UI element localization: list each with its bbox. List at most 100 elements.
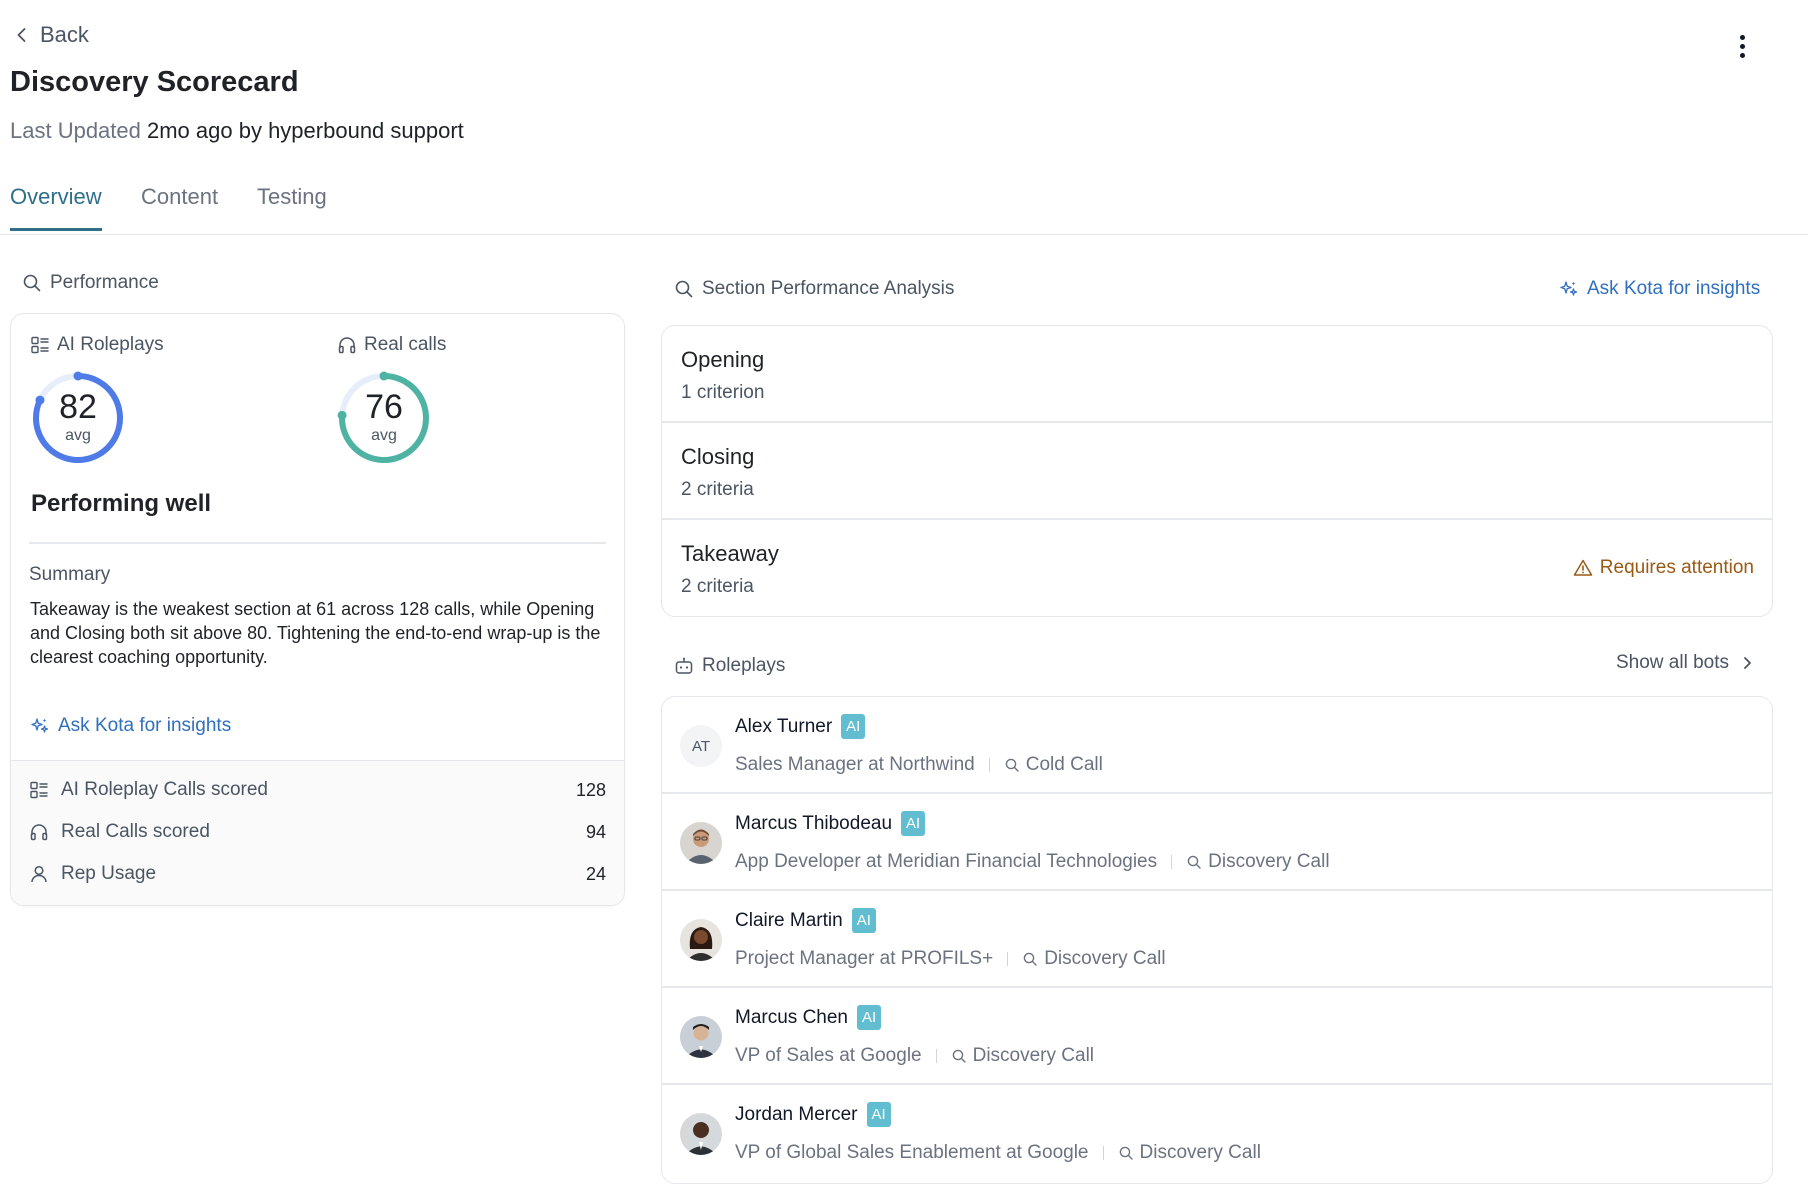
search-icon — [1005, 758, 1019, 772]
avatar — [680, 1113, 722, 1155]
performance-card: AI Roleplays 82 avg Real calls 76 avg Pe… — [10, 313, 625, 906]
stat-row: AI Roleplay Calls scored 128 — [29, 775, 606, 805]
more-options-button[interactable] — [1730, 30, 1754, 62]
list-icon — [30, 781, 48, 799]
search-icon — [1023, 952, 1037, 966]
ask-kota-label: Ask Kota for insights — [1587, 278, 1761, 299]
headphones-icon — [338, 337, 356, 354]
call-type: Cold Call — [1004, 754, 1103, 776]
stat-row: Rep Usage 24 — [29, 859, 606, 889]
search-icon — [1187, 855, 1201, 869]
dot — [1739, 52, 1745, 58]
call-type-label: Discovery Call — [1044, 948, 1166, 969]
tab-overview[interactable]: Overview — [10, 184, 102, 231]
tab-content[interactable]: Content — [141, 184, 218, 228]
bot-name-line: Marcus Chen AI — [735, 1005, 882, 1030]
warning-icon — [1573, 559, 1593, 576]
real-calls-label: Real calls — [364, 334, 447, 355]
real-calls-metric: Real calls — [337, 334, 446, 356]
stats-panel: AI Roleplay Calls scored 128 Real Calls … — [11, 760, 624, 905]
user-icon — [31, 865, 47, 883]
real-calls-gauge: 76 avg — [336, 370, 432, 466]
separator — [1007, 952, 1009, 966]
tab-bar: Overview Content Testing — [0, 180, 1808, 235]
avatar — [680, 822, 722, 864]
call-type-label: Discovery Call — [972, 1045, 1095, 1066]
ask-kota-link[interactable]: Ask Kota for insights — [1559, 278, 1760, 300]
requires-attention-badge: Requires attention — [1573, 557, 1754, 579]
search-icon — [952, 1049, 966, 1063]
performance-status: Performing well — [31, 490, 212, 517]
call-type: Discovery Call — [1022, 948, 1166, 970]
bot-name: Claire Martin — [735, 909, 843, 931]
section-row-opening[interactable]: Opening 1 criterion — [662, 326, 1772, 423]
last-updated-prefix: Last Updated — [10, 118, 141, 143]
call-type-label: Discovery Call — [1208, 851, 1330, 872]
call-type: Discovery Call — [951, 1045, 1094, 1067]
call-type-label: Cold Call — [1025, 754, 1103, 775]
person-photo-icon — [680, 1113, 722, 1155]
ai-roleplays-label: AI Roleplays — [57, 334, 164, 355]
search-icon — [23, 274, 41, 292]
bot-meta: VP of Sales at Google Discovery Call — [735, 1045, 1094, 1067]
section-analysis-heading: Section Performance Analysis — [674, 278, 954, 300]
bot-role: Sales Manager at Northwind — [735, 754, 975, 775]
section-name: Opening — [681, 347, 765, 372]
avatar — [680, 919, 722, 961]
show-all-bots-link[interactable]: Show all bots — [1616, 652, 1755, 674]
person-photo-icon — [680, 822, 722, 864]
bot-name: Marcus Thibodeau — [735, 812, 893, 834]
last-updated-value: 2mo ago by hyperbound support — [147, 118, 464, 143]
bot-name: Marcus Chen — [735, 1006, 848, 1028]
performance-label: Performance — [50, 272, 159, 293]
stat-label: AI Roleplay Calls scored — [61, 779, 268, 800]
summary-label: Summary — [29, 564, 111, 585]
dot — [1739, 43, 1745, 49]
real-calls-avg-label: avg — [371, 427, 397, 444]
roleplays-heading: Roleplays — [674, 655, 785, 677]
bot-meta: App Developer at Meridian Financial Tech… — [735, 851, 1330, 873]
ai-roleplays-score: 82 — [59, 388, 97, 426]
performance-heading: Performance — [22, 272, 159, 294]
stat-row: Real Calls scored 94 — [29, 817, 606, 847]
ask-kota-link[interactable]: Ask Kota for insights — [30, 715, 231, 737]
chevron-right-icon — [1744, 657, 1751, 669]
separator — [1171, 855, 1173, 869]
section-name: Closing — [681, 444, 755, 469]
bot-role: VP of Sales at Google — [735, 1045, 922, 1066]
bot-row[interactable]: Marcus Chen AI VP of Sales at Google Dis… — [662, 988, 1772, 1085]
bot-row[interactable]: AT Alex Turner AI Sales Manager at North… — [662, 697, 1772, 794]
call-type: Discovery Call — [1186, 851, 1330, 873]
divider — [29, 542, 606, 544]
gauge-endpoint — [73, 371, 83, 381]
avatar — [680, 1016, 722, 1058]
section-row-takeaway[interactable]: Takeaway 2 criteria Requires attention — [662, 520, 1772, 616]
section-analysis-label: Section Performance Analysis — [702, 278, 955, 299]
bot-name-line: Marcus Thibodeau AI — [735, 811, 926, 836]
section-name: Takeaway — [681, 541, 779, 566]
bot-row[interactable]: Marcus Thibodeau AI App Developer at Mer… — [662, 794, 1772, 891]
tab-testing[interactable]: Testing — [257, 184, 327, 228]
search-icon — [675, 280, 693, 298]
person-photo-icon — [680, 1016, 722, 1058]
back-button[interactable]: Back — [12, 22, 89, 48]
ask-kota-label: Ask Kota for insights — [58, 715, 232, 736]
sections-card: Opening 1 criterion Closing 2 criteria T… — [661, 325, 1773, 617]
section-criteria: 2 criteria — [681, 479, 754, 500]
ai-roleplays-avg-label: avg — [65, 427, 91, 444]
bot-name: Alex Turner — [735, 715, 833, 737]
summary-text: Takeaway is the weakest section at 61 ac… — [30, 599, 601, 667]
stat-value: 94 — [585, 821, 606, 842]
real-calls-heading: Real calls — [337, 334, 446, 356]
chevron-left-icon — [17, 28, 26, 42]
ai-badge: AI — [841, 714, 866, 739]
section-criteria: 1 criterion — [681, 382, 765, 403]
ai-badge: AI — [851, 908, 876, 933]
bot-meta: Project Manager at PROFILS+ Discovery Ca… — [735, 948, 1166, 970]
section-row-closing[interactable]: Closing 2 criteria — [662, 423, 1772, 520]
headphones-icon — [30, 824, 48, 841]
bot-row[interactable]: Claire Martin AI Project Manager at PROF… — [662, 891, 1772, 988]
show-all-bots-label: Show all bots — [1616, 652, 1730, 673]
bot-row[interactable]: Jordan Mercer AI VP of Global Sales Enab… — [662, 1085, 1772, 1182]
call-type-label: Discovery Call — [1139, 1142, 1261, 1163]
